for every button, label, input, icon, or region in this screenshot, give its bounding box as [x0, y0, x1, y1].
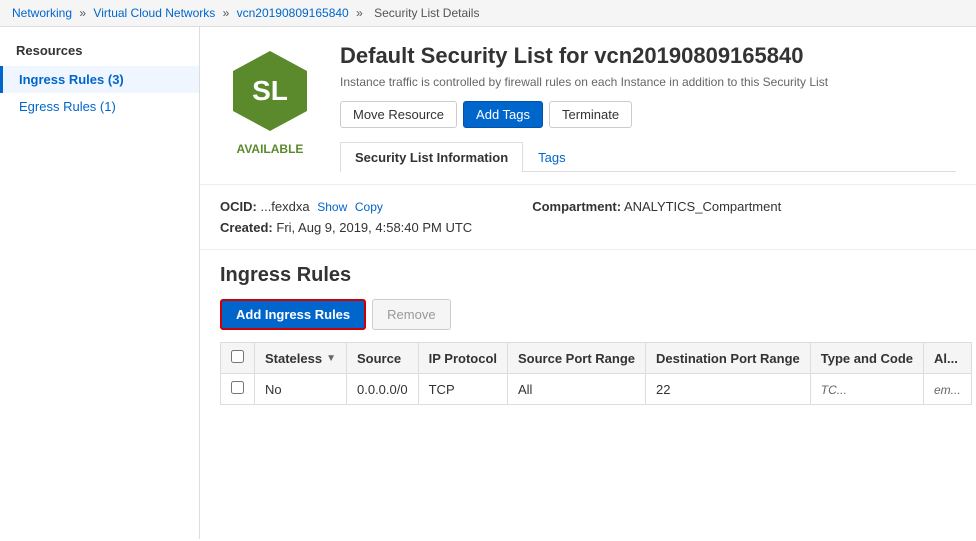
ocid-copy-link[interactable]: Copy: [355, 200, 383, 214]
page-title: Default Security List for vcn20190809165…: [340, 43, 956, 69]
breadcrumb-vcn[interactable]: Virtual Cloud Networks: [93, 6, 215, 20]
select-all-checkbox[interactable]: [231, 350, 244, 363]
compartment-value: ANALYTICS_Compartment: [624, 199, 781, 214]
action-buttons: Move Resource Add Tags Terminate: [340, 101, 956, 128]
tab-tags[interactable]: Tags: [523, 142, 580, 172]
row-allow: em...: [924, 374, 972, 405]
info-left: OCID: ...fexdxa Show Copy Created: Fri, …: [220, 199, 472, 235]
row-checkbox-cell: [221, 374, 255, 405]
col-source-port-range: Source Port Range: [508, 343, 646, 374]
breadcrumb-networking[interactable]: Networking: [12, 6, 72, 20]
col-source: Source: [347, 343, 419, 374]
table-body: No 0.0.0.0/0 TCP All 22 TC... em...: [221, 374, 972, 405]
created-field: Created: Fri, Aug 9, 2019, 4:58:40 PM UT…: [220, 220, 472, 235]
add-ingress-rules-button[interactable]: Add Ingress Rules: [220, 299, 366, 330]
sidebar-item-ingress[interactable]: Ingress Rules (3): [0, 66, 199, 93]
row-source-port-range: All: [508, 374, 646, 405]
ingress-rules-section: Ingress Rules Add Ingress Rules Remove S…: [200, 250, 976, 419]
content-area: SL AVAILABLE Default Security List for v…: [200, 27, 976, 539]
sidebar-item-egress[interactable]: Egress Rules (1): [0, 93, 199, 120]
col-allow: Al...: [924, 343, 972, 374]
ocid-value: ...fexdxa: [260, 199, 309, 214]
tab-security-list-info[interactable]: Security List Information: [340, 142, 523, 172]
remove-button[interactable]: Remove: [372, 299, 450, 330]
col-stateless: Stateless ▼: [255, 343, 347, 374]
col-type-and-code: Type and Code: [810, 343, 923, 374]
row-stateless: No: [255, 374, 347, 405]
tabs: Security List Information Tags: [340, 142, 956, 172]
info-section: OCID: ...fexdxa Show Copy Created: Fri, …: [200, 185, 976, 250]
compartment-field: Compartment: ANALYTICS_Compartment: [532, 199, 781, 214]
info-right: Compartment: ANALYTICS_Compartment: [532, 199, 781, 235]
row-checkbox[interactable]: [231, 381, 244, 394]
header-section: SL AVAILABLE Default Security List for v…: [200, 27, 976, 185]
sidebar: Resources Ingress Rules (3) Egress Rules…: [0, 27, 200, 539]
col-ip-protocol: IP Protocol: [418, 343, 507, 374]
sort-icon: ▼: [326, 353, 336, 364]
row-source: 0.0.0.0/0: [347, 374, 419, 405]
breadcrumb-current: Security List Details: [374, 6, 479, 20]
created-value: Fri, Aug 9, 2019, 4:58:40 PM UTC: [276, 220, 472, 235]
stateless-sort-header[interactable]: Stateless ▼: [265, 351, 336, 366]
row-ip-protocol: TCP: [418, 374, 507, 405]
header-info: Default Security List for vcn20190809165…: [340, 43, 956, 172]
resource-icon: SL AVAILABLE: [220, 43, 320, 158]
row-type-and-code: TC...: [810, 374, 923, 405]
col-destination-port-range: Destination Port Range: [646, 343, 811, 374]
col-checkbox: [221, 343, 255, 374]
ingress-rules-title: Ingress Rules: [220, 264, 956, 287]
page-subtitle: Instance traffic is controlled by firewa…: [340, 75, 956, 89]
hex-initials: SL: [252, 75, 288, 107]
rules-toolbar: Add Ingress Rules Remove: [220, 299, 956, 330]
row-destination-port-range: 22: [646, 374, 811, 405]
table-row: No 0.0.0.0/0 TCP All 22 TC... em...: [221, 374, 972, 405]
status-badge: AVAILABLE: [237, 142, 304, 156]
move-resource-button[interactable]: Move Resource: [340, 101, 457, 128]
ocid-field: OCID: ...fexdxa Show Copy: [220, 199, 472, 214]
breadcrumb: Networking » Virtual Cloud Networks » vc…: [0, 0, 976, 27]
table-header: Stateless ▼ Source IP Protocol Source Po…: [221, 343, 972, 374]
terminate-button[interactable]: Terminate: [549, 101, 632, 128]
ingress-rules-table: Stateless ▼ Source IP Protocol Source Po…: [220, 342, 972, 405]
sidebar-resources-title: Resources: [0, 43, 199, 66]
breadcrumb-vcn-id[interactable]: vcn20190809165840: [237, 6, 349, 20]
add-tags-button[interactable]: Add Tags: [463, 101, 543, 128]
ocid-show-link[interactable]: Show: [317, 200, 347, 214]
